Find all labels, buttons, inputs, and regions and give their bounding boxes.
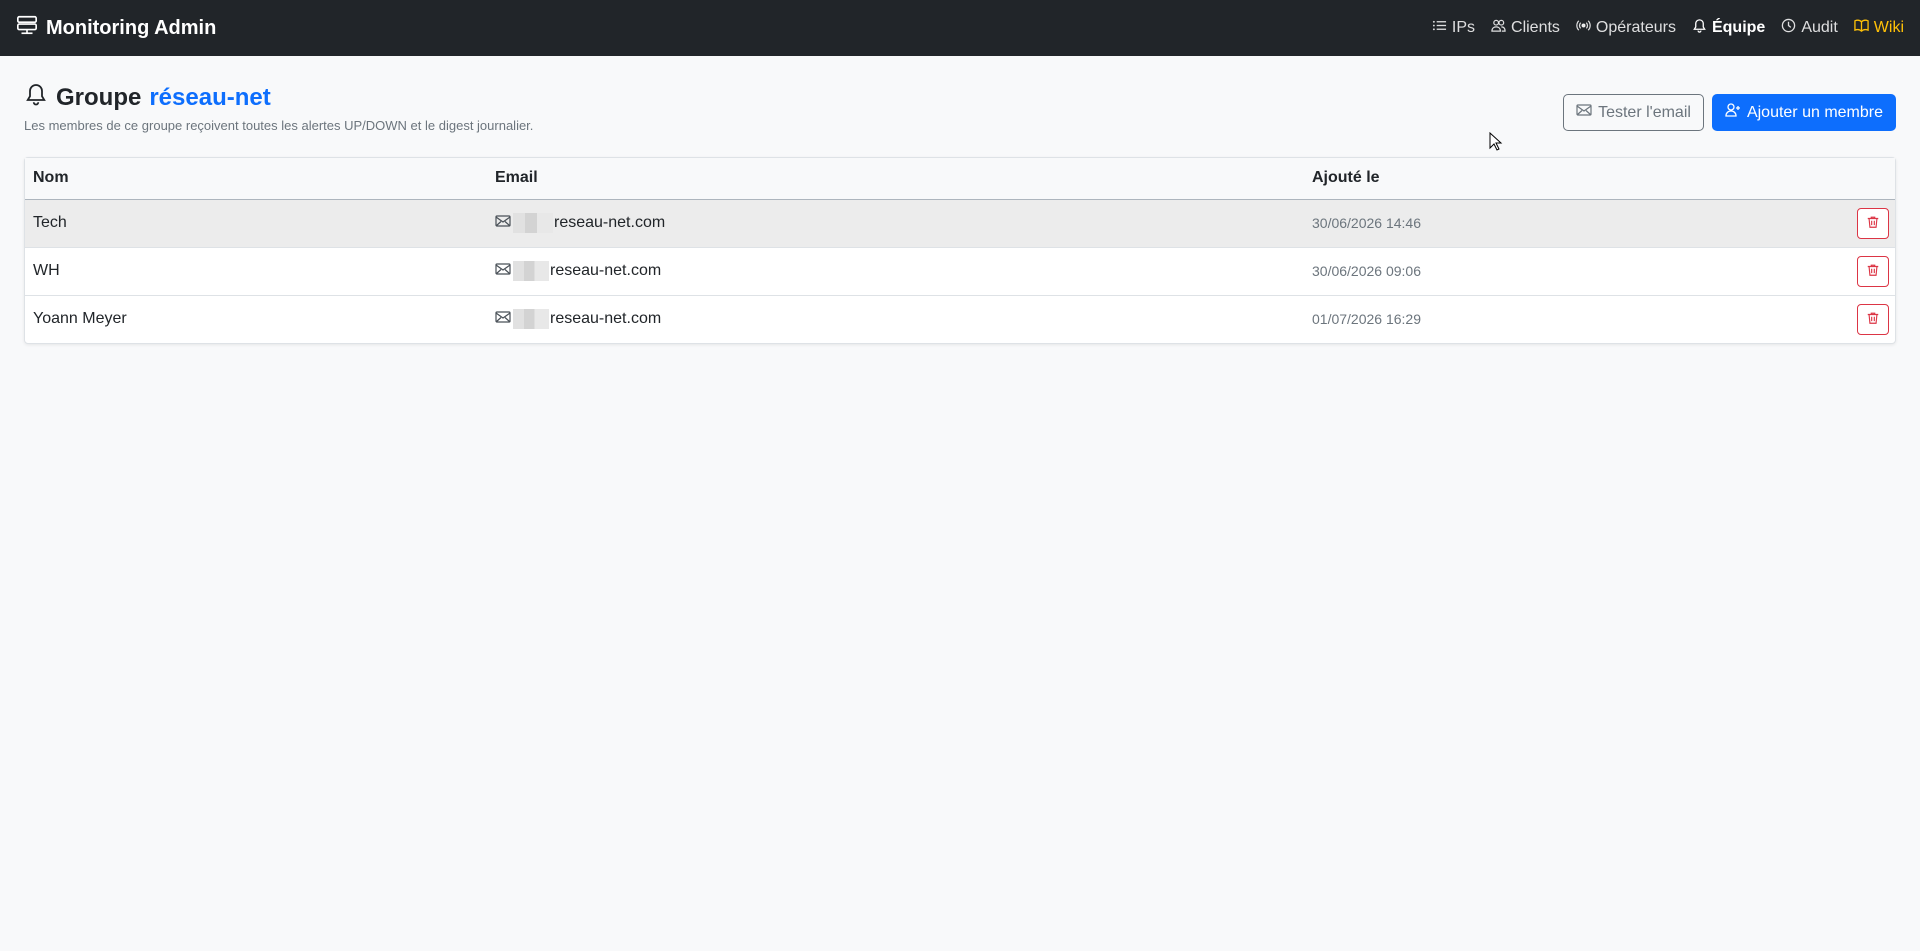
nav-label-clients: Clients [1511,19,1560,36]
main-nav: IPs Clients Opérateurs Équipe Audit Wiki [1432,18,1904,38]
test-email-label: Tester l'email [1598,103,1691,121]
row-actions [1839,295,1895,343]
bell-icon [1692,18,1707,38]
trash-icon [1866,215,1880,232]
nav-label-team: Équipe [1711,19,1766,36]
envelope-icon [1576,102,1592,123]
book-icon [1854,18,1869,38]
delete-member-button[interactable] [1857,255,1889,287]
column-header-email: Email [487,158,1304,200]
member-added-date: 30/06/2026 09:06 [1304,247,1839,296]
nav-item-team[interactable]: Équipe [1692,18,1765,38]
row-actions [1839,247,1895,296]
members-table: Nom Email Ajouté le Tech reseau-net.com [25,158,1895,343]
member-name: Tech [25,199,487,248]
member-email: reseau-net.com [487,247,1304,296]
main-content: Groupe réseau-net Les membres de ce grou… [0,56,1920,344]
envelope-icon [495,309,513,330]
app-brand[interactable]: Monitoring Admin [16,14,216,42]
table-row[interactable]: Tech reseau-net.com 30/06/2026 14:46 [25,199,1895,248]
column-header-added: Ajouté le [1304,158,1839,200]
nav-item-ips[interactable]: IPs [1432,18,1475,38]
redacted-email-user [513,261,549,281]
nav-label-ips: IPs [1451,19,1476,36]
member-email: reseau-net.com [487,199,1304,248]
nav-item-clients[interactable]: Clients [1491,18,1560,38]
test-email-button[interactable]: Tester l'email [1563,94,1704,131]
member-name: WH [25,247,487,296]
member-added-date: 01/07/2026 16:29 [1312,311,1421,328]
page-subtitle: Les membres de ce groupe reçoivent toute… [24,118,534,133]
add-member-button[interactable]: Ajouter un membre [1711,94,1896,131]
page-heading: Groupe réseau-net Les membres de ce grou… [24,82,534,134]
table-row[interactable]: WH reseau-net.com 30/06/2026 09:06 [25,247,1895,296]
table-row[interactable]: Yoann Meyer reseau-net.com 01/07/2026 16… [25,295,1895,343]
table-header-row: Nom Email Ajouté le [25,158,1895,200]
email-domain: reseau-net.com [554,214,666,231]
column-header-name: Nom [25,158,487,200]
title-prefix: Groupe [56,83,142,111]
broadcast-icon [1576,18,1591,38]
column-header-actions [1839,158,1895,200]
redacted-email-user [513,213,553,233]
group-name: réseau-net [149,83,271,111]
member-added-date: 30/06/2026 14:46 [1304,199,1839,248]
top-navbar: Monitoring Admin IPs Clients Opérateurs … [0,0,1920,56]
nav-label-audit: Audit [1801,19,1838,36]
nav-label-operators: Opérateurs [1595,19,1676,36]
trash-icon [1866,311,1880,328]
member-email: reseau-net.com [487,295,1304,343]
page-header: Groupe réseau-net Les membres de ce grou… [24,56,1896,133]
clock-icon [1781,18,1796,38]
nav-item-operators[interactable]: Opérateurs [1576,18,1676,38]
delete-member-button[interactable] [1857,207,1889,239]
mouse-cursor [1489,131,1503,157]
delete-member-button[interactable] [1857,303,1889,335]
member-name: Yoann Meyer [33,310,127,328]
email-domain: reseau-net.com [550,310,662,328]
person-add-icon [1725,102,1741,123]
envelope-icon [495,261,513,282]
members-table-container: Nom Email Ajouté le Tech reseau-net.com [24,157,1896,344]
redacted-email-user [513,309,549,330]
page-title: Groupe réseau-net [24,82,533,113]
nav-label-wiki: Wiki [1873,19,1904,36]
app-title: Monitoring Admin [46,16,217,39]
email-domain: reseau-net.com [550,262,662,279]
add-member-label: Ajouter un membre [1746,103,1883,121]
nav-item-audit[interactable]: Audit [1781,18,1838,38]
people-icon [1491,18,1506,38]
row-actions [1839,199,1895,248]
header-actions: Tester l'email Ajouter un membre [1563,82,1896,131]
list-icon [1432,18,1447,38]
trash-icon [1866,263,1880,280]
bell-icon [24,82,48,113]
nav-item-wiki[interactable]: Wiki [1854,18,1904,38]
envelope-icon [495,213,513,234]
server-icon [16,14,38,42]
